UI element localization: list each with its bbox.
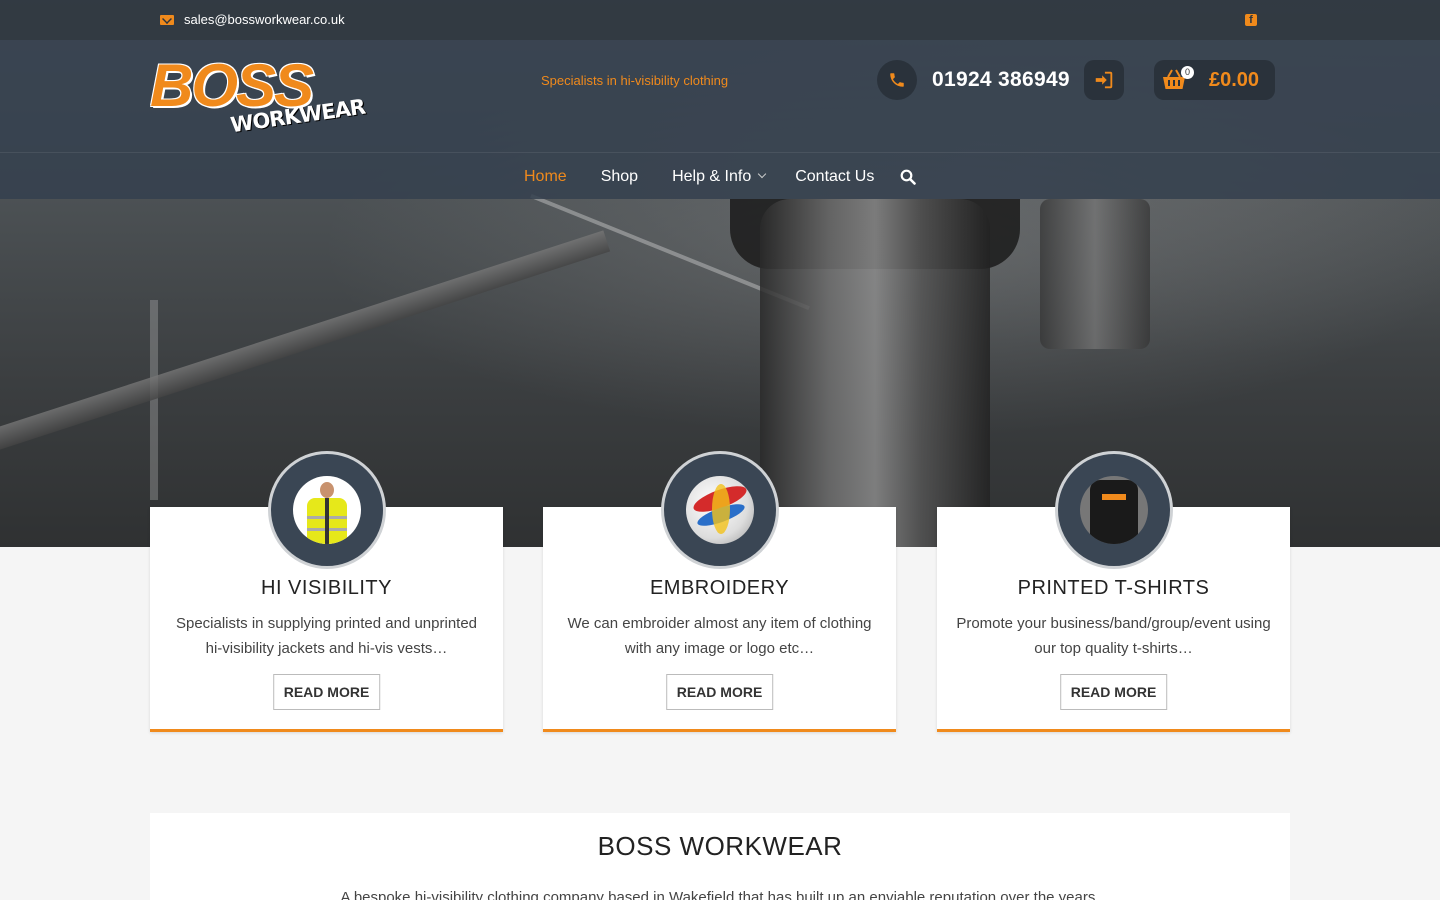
logo[interactable]: BOSS WORKWEAR [150,56,366,138]
cart-total: £0.00 [1209,68,1260,91]
feature-card-hi-visibility: HI VISIBILITY Specialists in supplying p… [150,451,503,732]
nav-help-info[interactable]: Help & Info [672,168,767,186]
tshirt-image [1080,476,1148,544]
nav-home[interactable]: Home [524,168,567,186]
phone-icon [877,60,917,100]
card-title: EMBROIDERY [649,577,790,599]
cart-count-badge: 0 [1181,66,1194,79]
email-link[interactable]: sales@bossworkwear.co.uk [160,12,345,27]
card-description: Promote your business/band/group/event u… [956,615,1271,657]
about-section: BOSS WORKWEAR A bespoke hi-visibility cl… [150,813,1290,900]
card-description: Specialists in supplying printed and unp… [175,615,478,657]
cart-button[interactable]: 0 £0.00 [1154,60,1275,100]
about-text: A bespoke hi-visibility clothing company… [340,889,1100,900]
envelope-icon [160,14,174,25]
login-button[interactable] [1084,60,1124,100]
card-title: HI VISIBILITY [261,577,392,599]
chevron-down-icon [757,169,767,179]
sign-in-icon [1095,71,1113,89]
read-more-button[interactable]: READ MORE [665,674,774,710]
card-image-disc [661,451,779,569]
read-more-button[interactable]: READ MORE [272,674,381,710]
phone-contact[interactable]: 01924 386949 [877,60,1070,100]
card-image-disc [268,451,386,569]
card-description: We can embroider almost any item of clot… [567,615,872,657]
hi-vis-vest-image [293,476,361,544]
facebook-icon[interactable]: f [1245,14,1257,26]
read-more-button[interactable]: READ MORE [1059,674,1168,710]
site-header: BOSS WORKWEAR Specialists in hi-visibili… [0,40,1440,152]
embroidery-logo-image [686,476,754,544]
search-icon[interactable] [900,169,916,190]
nav-contact[interactable]: Contact Us [795,168,874,186]
tagline: Specialists in hi-visibility clothing [541,73,729,88]
nav-shop[interactable]: Shop [601,168,638,186]
feature-card-embroidery: EMBROIDERY We can embroider almost any i… [543,451,896,732]
email-text: sales@bossworkwear.co.uk [184,12,345,27]
main-navigation: Home Shop Help & Info Contact Us [0,152,1440,199]
about-title: BOSS WORKWEAR [597,831,843,861]
nav-help-info-label: Help & Info [672,168,752,185]
card-title: PRINTED T-SHIRTS [1017,577,1210,599]
feature-card-printed-tshirts: PRINTED T-SHIRTS Promote your business/b… [937,451,1290,732]
phone-number: 01924 386949 [932,68,1070,91]
top-bar: sales@bossworkwear.co.uk f [0,0,1440,40]
card-image-disc [1055,451,1173,569]
